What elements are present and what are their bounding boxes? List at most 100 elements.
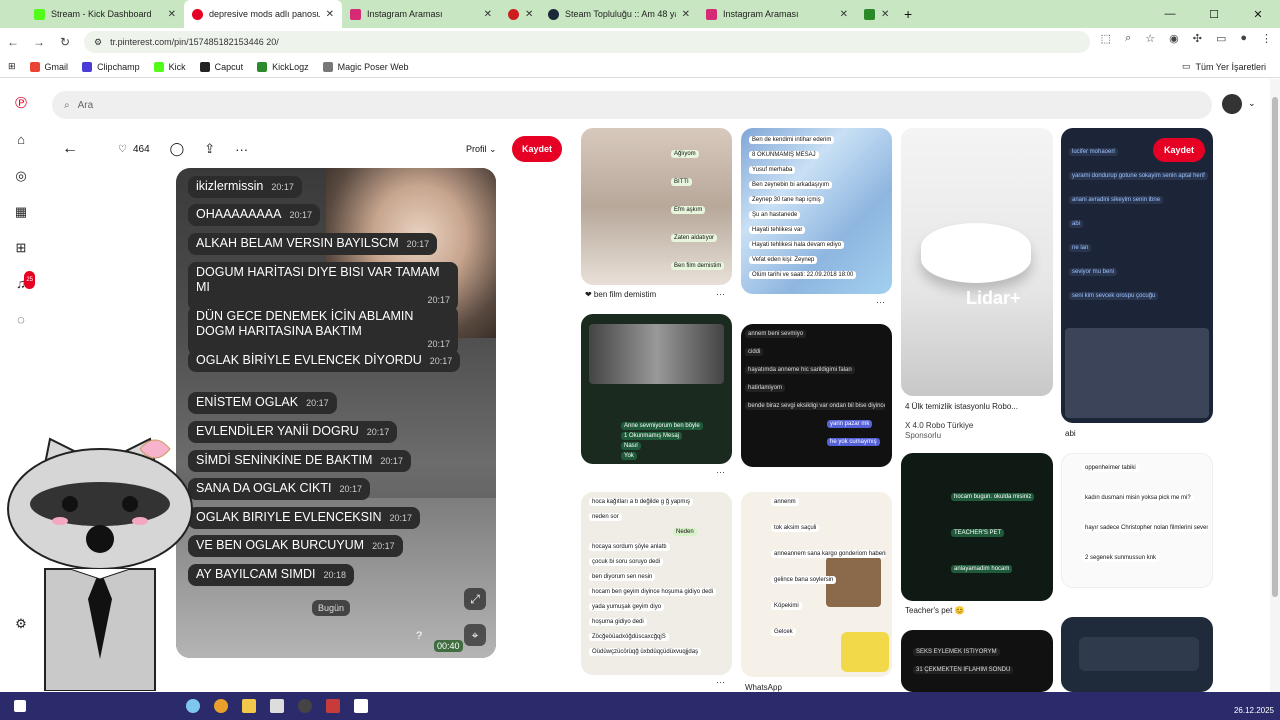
- pin-card[interactable]: Anne sevmiyorum ben böyle 1 Okunmamış Mes…: [581, 314, 732, 464]
- close-icon[interactable]: ✕: [840, 9, 848, 20]
- install-icon[interactable]: ⬚: [1101, 32, 1111, 45]
- chrome-icon[interactable]: [214, 699, 228, 713]
- pin-card[interactable]: annem beni sevmiyo ciddi hayatımda anneme …: [741, 324, 892, 467]
- messages-icon[interactable]: ◌: [12, 311, 30, 329]
- visual-search-icon[interactable]: ⌖: [464, 624, 486, 646]
- start-icon[interactable]: [14, 700, 26, 712]
- document-icon[interactable]: [354, 699, 368, 713]
- new-tab-button[interactable]: +: [896, 6, 920, 22]
- back-arrow-icon[interactable]: ←: [62, 140, 78, 158]
- pinterest-logo-icon[interactable]: ℗: [12, 95, 30, 113]
- app-icon[interactable]: [326, 699, 340, 713]
- page-scrollbar[interactable]: [1270, 79, 1280, 692]
- bookmark-kick[interactable]: Kick: [153, 61, 186, 72]
- pin-image[interactable]: ikizlermissin 20:17 OHAAAAAAAA 20:17 ALKAH B…: [176, 168, 496, 658]
- expand-icon[interactable]: ⤢: [464, 588, 486, 610]
- pin-caption: 4 Ülk temizlik istasyonlu Robo...: [905, 402, 1018, 411]
- like-button[interactable]: ♡ 464: [118, 144, 150, 155]
- pin-caption: ❤ ben film demistim: [585, 290, 657, 299]
- pin-card[interactable]: annenm tok aksim saçuli anneannem sana kar…: [741, 492, 892, 677]
- bookmark-clipchamp[interactable]: Clipchamp: [82, 61, 140, 72]
- help-icon[interactable]: ?: [416, 630, 422, 642]
- browser-tab[interactable]: Stream - Kick Dashboard ✕: [26, 0, 184, 28]
- comment-icon[interactable]: ◯: [170, 141, 185, 157]
- browser-tab[interactable]: Instagram Araması ✕: [342, 0, 500, 28]
- notepad-icon[interactable]: [270, 699, 284, 713]
- more-icon[interactable]: ···: [716, 677, 725, 687]
- share-icon[interactable]: ⇪: [204, 141, 215, 157]
- back-icon[interactable]: ←: [0, 35, 26, 49]
- pin-card-ad[interactable]: Lidar+: [901, 128, 1053, 396]
- toolbar-icons: ⬚ ⌕ ☆ ◉ ✣ ▭ ● ⋮: [1101, 32, 1272, 45]
- bookmark-gmail[interactable]: Gmail: [29, 61, 68, 72]
- pin-card[interactable]: [1061, 617, 1213, 692]
- save-button[interactable]: Kaydet: [512, 136, 562, 162]
- message-time: 20:17: [372, 541, 395, 551]
- bookmark-kicklogz[interactable]: KickLogz: [257, 61, 309, 72]
- chevron-down-icon[interactable]: ⌄: [1248, 98, 1256, 109]
- bookmark-capcut[interactable]: Capcut: [199, 61, 243, 72]
- browser-tab-active[interactable]: depresive mods adlı panosunda✕: [184, 0, 342, 28]
- file-explorer-icon[interactable]: [242, 699, 256, 713]
- message-text: VE BEN OGLAK BURCUYUM: [196, 538, 365, 552]
- browser-tab[interactable]: ✕: [856, 0, 896, 28]
- pin-card[interactable]: lucifer mohaoerl yarami dondurup gotune s…: [1061, 128, 1213, 423]
- bookmark-star-icon[interactable]: ☆: [1145, 32, 1155, 45]
- apps-icon[interactable]: ⊞: [8, 61, 16, 72]
- thumbnail-chat-line: Yok: [621, 452, 637, 460]
- more-icon[interactable]: ···: [876, 297, 885, 307]
- close-icon[interactable]: ✕: [881, 9, 889, 20]
- pin-card[interactable]: Ağlıyom BİTTİ Efm aşkım Zaten aldatıyor Ben …: [581, 128, 732, 285]
- menu-icon[interactable]: ⋮: [1261, 32, 1272, 45]
- close-icon[interactable]: ✕: [326, 9, 334, 20]
- home-icon[interactable]: ⌂: [12, 131, 30, 149]
- pin-card[interactable]: SEKS EYLEMEK İSTİYORYM 31 ÇEKMEKTEN İFLAH…: [901, 630, 1053, 692]
- all-bookmarks[interactable]: ▭ Tüm Yer İşaretleri: [1182, 61, 1266, 72]
- browser-tab[interactable]: Instagram Araması ✕: [698, 0, 856, 28]
- search-placeholder: Ara: [77, 99, 94, 111]
- avatar[interactable]: [1222, 94, 1242, 114]
- close-icon[interactable]: ✕: [484, 9, 492, 20]
- pin-card[interactable]: oppenheimer tabiki kadın dusmani misin yo…: [1061, 453, 1213, 588]
- boards-icon[interactable]: ▦: [12, 203, 30, 221]
- profile-dropdown[interactable]: Profil ⌄: [466, 144, 497, 155]
- more-icon[interactable]: ···: [235, 142, 248, 157]
- weather-icon[interactable]: [186, 699, 200, 713]
- pin-card[interactable]: hoca kağıtları a b değilde g ğ yapmış ned…: [581, 492, 732, 675]
- explore-icon[interactable]: ◎: [12, 167, 30, 185]
- more-icon[interactable]: ···: [716, 467, 725, 477]
- extension-icon[interactable]: ◉: [1169, 32, 1179, 45]
- message-text: SİMDİ SENİNKİNE DE BAKTIM: [196, 453, 373, 467]
- minimize-button[interactable]: —: [1148, 8, 1192, 20]
- close-window-button[interactable]: ✕: [1236, 8, 1280, 21]
- extensions-puzzle-icon[interactable]: ✣: [1193, 32, 1202, 45]
- scroll-thumb[interactable]: [1272, 97, 1278, 597]
- thumbnail-chat-line: seni kim sevcek orospu çocuğu: [1069, 292, 1159, 300]
- sidebar-icon[interactable]: ▭: [1216, 32, 1226, 45]
- maximize-button[interactable]: ☐: [1192, 8, 1236, 21]
- pin-card[interactable]: Ben de kendimi intihar ederim 8 OKUNMAMIŞ…: [741, 128, 892, 294]
- save-button[interactable]: Kaydet: [1153, 138, 1205, 162]
- profile-icon[interactable]: ●: [1240, 32, 1247, 45]
- search-bar[interactable]: ⌕ Ara: [52, 91, 1212, 119]
- browser-tab[interactable]: ✕: [500, 0, 540, 28]
- close-icon[interactable]: ✕: [525, 9, 533, 20]
- notification-badge: 25: [24, 271, 35, 289]
- create-icon[interactable]: ⊞: [12, 239, 30, 257]
- thumbnail-chat-line: BİTTİ: [671, 178, 692, 186]
- url-field[interactable]: ⚙ tr.pinterest.com/pin/157485182153446 2…: [84, 31, 1090, 53]
- notifications-icon[interactable]: ♫ 25: [12, 271, 35, 293]
- pin-card[interactable]: hocam bugun. okulda misiniz TEACHER'S PET…: [901, 453, 1053, 601]
- forward-icon[interactable]: →: [26, 35, 52, 49]
- bookmark-magic-poser[interactable]: Magic Poser Web: [322, 61, 409, 72]
- browser-tab[interactable]: Steam Topluluğu :: Am 48 yaşı ✕: [540, 0, 698, 28]
- thumbnail-chat-line: tok aksim saçuli: [771, 524, 820, 532]
- message-time: 20:17: [389, 513, 413, 523]
- zoom-icon[interactable]: ⌕: [1125, 32, 1131, 45]
- close-icon[interactable]: ✕: [168, 9, 176, 20]
- more-icon[interactable]: ···: [716, 289, 725, 299]
- close-icon[interactable]: ✕: [682, 9, 690, 20]
- steam-icon[interactable]: [298, 699, 312, 713]
- site-info-icon[interactable]: ⚙: [94, 37, 102, 48]
- reload-icon[interactable]: ↻: [52, 35, 78, 49]
